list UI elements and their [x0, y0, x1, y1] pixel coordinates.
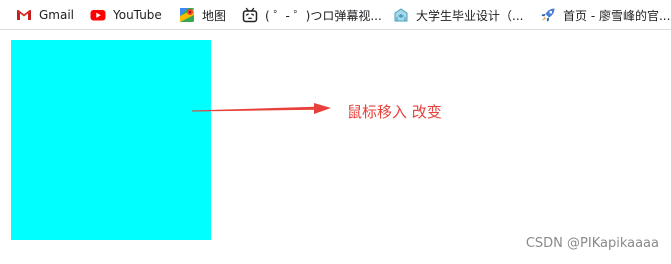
hover-target-box[interactable] [11, 40, 211, 240]
gmail-icon [16, 7, 32, 23]
bookmark-youtube[interactable]: YouTube [90, 3, 162, 27]
bookmark-label: 大学生毕业设计（... [416, 8, 524, 23]
bookmark-label: Gmail [39, 8, 75, 22]
bookmark-label: 首页 - 廖雪峰的官... [563, 8, 671, 23]
youtube-icon [90, 7, 106, 23]
bookmark-graduation-design[interactable]: 大学生毕业设计（... [393, 3, 523, 27]
bilibili-icon [242, 7, 258, 23]
rocket-icon [540, 7, 556, 23]
bookmark-label: ( ゜- ゜)つロ弹幕视... [265, 8, 382, 23]
bookmark-label: 地图 [202, 8, 227, 23]
bookmark-gmail[interactable]: Gmail [16, 3, 74, 27]
bookmark-liaoxuefeng-home[interactable]: 首页 - 廖雪峰的官... [540, 3, 670, 27]
maps-icon [179, 7, 195, 23]
graduation-icon [393, 7, 409, 23]
bookmark-label: YouTube [113, 8, 162, 22]
bookmark-bilibili[interactable]: ( ゜- ゜)つロ弹幕视... [242, 3, 382, 27]
annotation-text: 鼠标移入 改变 [347, 103, 442, 121]
bookmarks-bar: Gmail YouTube 地图 (゜- ゜)つロ弹幕视... 大学生毕业设计… [0, 0, 671, 30]
watermark: CSDN @PIKapikaaaa [525, 236, 659, 251]
annotation-arrow [192, 103, 331, 114]
bookmark-map[interactable]: 地图 [179, 3, 226, 27]
